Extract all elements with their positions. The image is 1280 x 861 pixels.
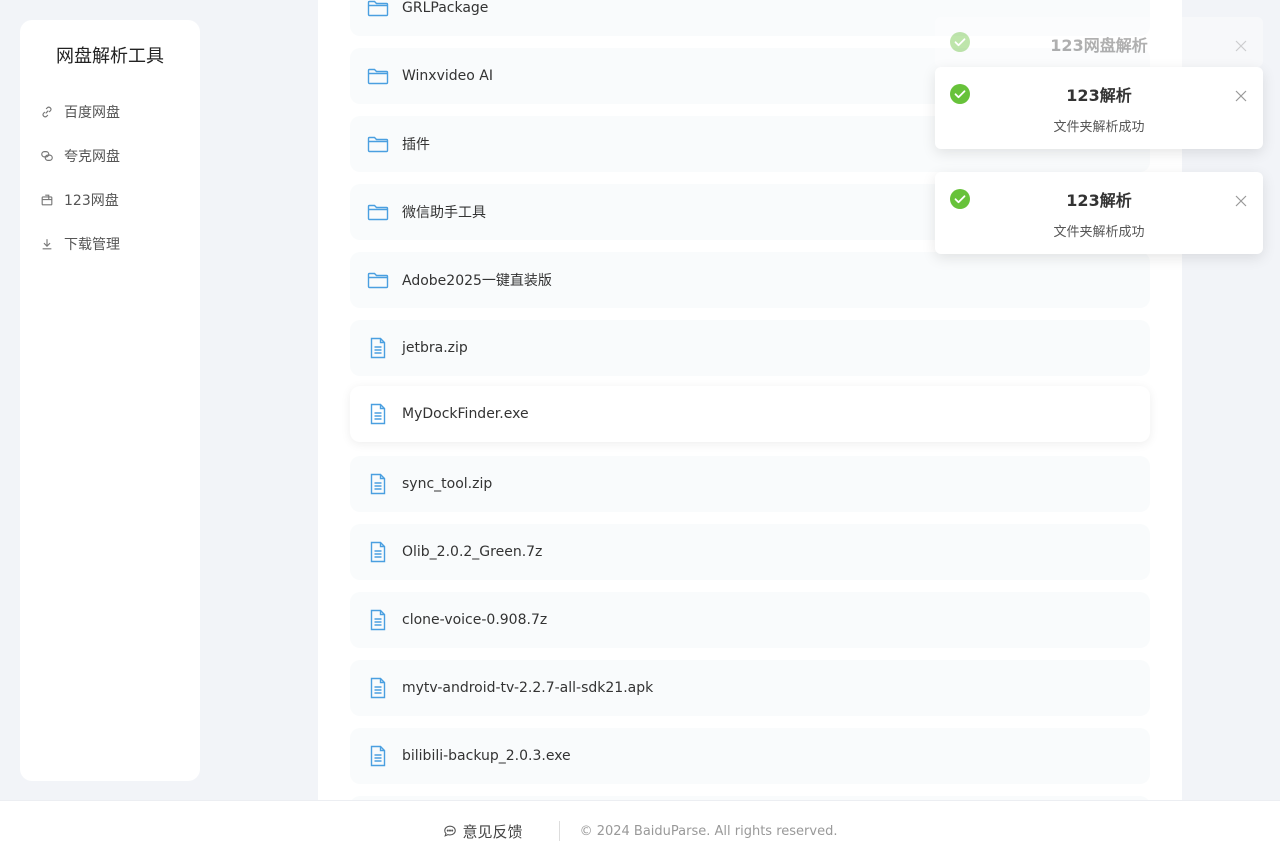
toast-title: 123解析: [1066, 191, 1132, 210]
link-icon: [40, 105, 54, 119]
toast-notification: 123解析 文件夹解析成功: [935, 172, 1263, 254]
footer: 意见反馈 © 2024 BaiduParse. All rights reser…: [0, 800, 1280, 861]
document-icon: [366, 336, 390, 360]
folder-icon: [366, 268, 390, 292]
file-name: bilibili-backup_2.0.3.exe: [402, 748, 571, 764]
nav-item-quark[interactable]: 夸克网盘: [20, 134, 200, 178]
chat-bubble-icon: [443, 824, 457, 838]
file-name: Olib_2.0.2_Green.7z: [402, 544, 543, 560]
nav-item-123pan[interactable]: 123网盘: [20, 178, 200, 222]
nav-item-label: 夸克网盘: [64, 149, 120, 165]
list-item[interactable]: jetbra.zip: [350, 320, 1150, 376]
app-title: 网盘解析工具: [56, 46, 164, 67]
toast-title: 123网盘解析: [1050, 36, 1148, 55]
folder-icon: [366, 200, 390, 224]
chain-icon: [40, 149, 54, 163]
close-icon[interactable]: [1235, 87, 1247, 102]
copyright-text: © 2024 BaiduParse. All rights reserved.: [579, 823, 838, 839]
document-icon: [366, 472, 390, 496]
nav-item-downloads[interactable]: 下载管理: [20, 222, 200, 266]
close-icon[interactable]: [1235, 192, 1247, 207]
document-icon: [366, 608, 390, 632]
document-icon: [366, 676, 390, 700]
toast-notification: 123解析 文件夹解析成功: [935, 67, 1263, 149]
feedback-button[interactable]: 意见反馈: [443, 821, 523, 842]
list-item[interactable]: clone-voice-0.908.7z: [350, 592, 1150, 648]
toast-title: 123解析: [1066, 86, 1132, 105]
file-name: MyDockFinder.exe: [402, 406, 529, 422]
nav-item-baidu[interactable]: 百度网盘: [20, 90, 200, 134]
feedback-label: 意见反馈: [462, 822, 523, 841]
list-item[interactable]: Olib_2.0.2_Green.7z: [350, 524, 1150, 580]
toast-message: 文件夹解析成功: [1053, 225, 1145, 240]
folder-icon: [366, 132, 390, 156]
check-circle-icon: [949, 83, 971, 105]
folder-icon: [366, 0, 390, 20]
list-item[interactable]: sync_tool.zip: [350, 456, 1150, 512]
file-name: Adobe2025一键直装版: [402, 273, 552, 289]
check-circle-icon: [949, 31, 971, 53]
box-icon: [40, 193, 54, 207]
close-icon[interactable]: [1235, 37, 1247, 52]
nav-item-label: 下载管理: [64, 237, 120, 253]
document-icon: [366, 540, 390, 564]
toast-notification: 123网盘解析: [935, 17, 1263, 67]
download-icon: [40, 237, 54, 251]
file-name: clone-voice-0.908.7z: [402, 612, 548, 628]
list-item[interactable]: MyDockFinder.exe: [350, 386, 1150, 442]
document-icon: [366, 744, 390, 768]
file-name: sync_tool.zip: [402, 476, 493, 492]
file-name: 微信助手工具: [402, 205, 486, 221]
folder-icon: [366, 64, 390, 88]
nav-item-label: 百度网盘: [64, 105, 120, 121]
check-circle-icon: [949, 188, 971, 210]
list-item[interactable]: Adobe2025一键直装版: [350, 252, 1150, 308]
document-icon: [366, 402, 390, 426]
footer-divider: [558, 821, 560, 841]
file-name: mytv-android-tv-2.2.7-all-sdk21.apk: [402, 680, 654, 696]
list-item[interactable]: mytv-android-tv-2.2.7-all-sdk21.apk: [350, 660, 1150, 716]
file-name: Winxvideo AI: [402, 68, 493, 84]
list-item[interactable]: bilibili-backup_2.0.3.exe: [350, 728, 1150, 784]
file-name: 插件: [402, 137, 430, 153]
toast-message: 文件夹解析成功: [1053, 120, 1145, 135]
nav-item-label: 123网盘: [64, 193, 119, 209]
file-name: GRLPackage: [402, 0, 489, 16]
sidebar: 网盘解析工具 百度网盘 夸克网盘 123网盘 下载管理: [20, 20, 200, 781]
file-name: jetbra.zip: [402, 340, 468, 356]
